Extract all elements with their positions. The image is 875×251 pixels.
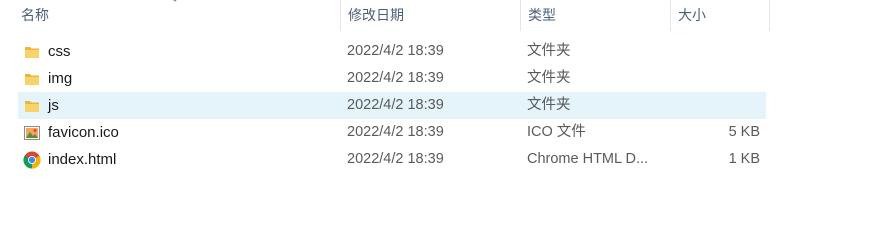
file-row[interactable]: favicon.ico 2022/4/2 18:39 ICO 文件 5 KB — [18, 119, 766, 146]
file-name: favicon.ico — [48, 124, 119, 141]
chrome-icon — [22, 146, 42, 173]
file-date: 2022/4/2 18:39 — [347, 70, 444, 86]
folder-icon — [22, 38, 42, 65]
column-header-type[interactable]: 类型 — [520, 0, 670, 31]
file-date: 2022/4/2 18:39 — [347, 43, 444, 59]
file-row[interactable]: js 2022/4/2 18:39 文件夹 — [18, 92, 766, 119]
file-size: 5 KB — [728, 124, 760, 140]
file-date: 2022/4/2 18:39 — [347, 151, 444, 167]
column-header-name[interactable]: 名称 — [13, 0, 340, 31]
file-type: 文件夹 — [527, 43, 571, 59]
file-name: index.html — [48, 151, 117, 168]
file-row[interactable]: index.html 2022/4/2 18:39 Chrome HTML D.… — [18, 146, 766, 173]
column-header: 名称 修改日期 类型 大小 — [0, 0, 770, 31]
image-file-icon — [22, 119, 42, 146]
file-list: css 2022/4/2 18:39 文件夹 img 2022/4/2 18:3… — [18, 38, 766, 173]
column-divider[interactable] — [769, 0, 770, 31]
file-name: css — [48, 43, 71, 60]
file-type: 文件夹 — [527, 97, 571, 113]
file-explorer: 名称 修改日期 类型 大小 css 2022/4/2 18:39 文件夹 img… — [0, 0, 875, 251]
folder-icon — [22, 92, 42, 119]
file-row[interactable]: img 2022/4/2 18:39 文件夹 — [18, 65, 766, 92]
file-date: 2022/4/2 18:39 — [347, 97, 444, 113]
column-header-date[interactable]: 修改日期 — [340, 0, 520, 31]
file-size: 1 KB — [728, 151, 760, 167]
file-type: Chrome HTML D... — [527, 151, 649, 167]
file-name: img — [48, 70, 73, 87]
column-header-size[interactable]: 大小 — [670, 0, 770, 31]
file-row[interactable]: css 2022/4/2 18:39 文件夹 — [18, 38, 766, 65]
file-date: 2022/4/2 18:39 — [347, 124, 444, 140]
folder-icon — [22, 65, 42, 92]
file-name: js — [48, 97, 59, 114]
file-type: 文件夹 — [527, 70, 571, 86]
sort-chevron-icon — [173, 0, 177, 2]
file-type: ICO 文件 — [527, 124, 586, 140]
